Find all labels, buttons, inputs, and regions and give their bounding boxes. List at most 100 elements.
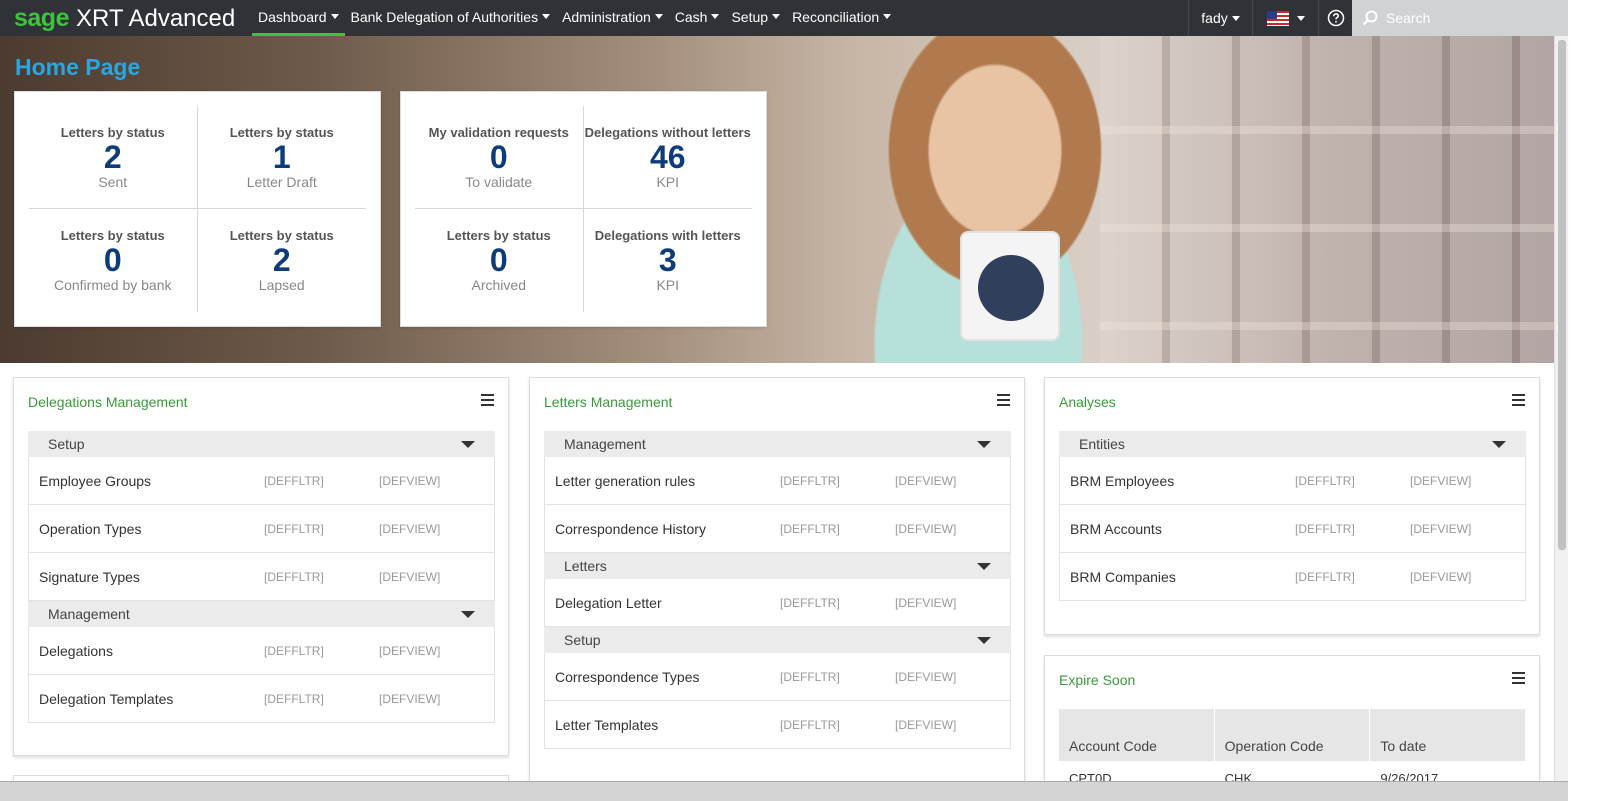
collapse-triangle-icon[interactable] [977, 636, 991, 644]
brand-logo[interactable]: sage XRT Advanced [0, 0, 252, 36]
list-item-name[interactable]: Operation Types [39, 521, 264, 537]
filter-link[interactable]: [DEFFLTR] [264, 522, 379, 536]
list-item[interactable]: Correspondence History [DEFFLTR] [DEFVIEW] [544, 505, 1011, 553]
kpi-tile[interactable]: My validation requests 0 To validate [415, 106, 584, 209]
view-link[interactable]: [DEFVIEW] [379, 644, 494, 658]
nav-menu-administration[interactable]: Administration [556, 0, 669, 36]
view-link[interactable]: [DEFVIEW] [1410, 474, 1525, 488]
collapse-triangle-icon[interactable] [977, 440, 991, 448]
list-item-name[interactable]: Signature Types [39, 569, 264, 585]
list-item-name[interactable]: Letter generation rules [555, 473, 780, 489]
nav-menu-setup[interactable]: Setup [725, 0, 786, 36]
list-item[interactable]: Employee Groups [DEFFLTR] [DEFVIEW] [28, 457, 495, 505]
filter-link[interactable]: [DEFFLTR] [1295, 570, 1410, 584]
list-item-name[interactable]: Delegations [39, 643, 264, 659]
help-button[interactable] [1318, 0, 1352, 36]
list-item-name[interactable]: BRM Employees [1070, 473, 1295, 489]
group-header[interactable]: Management [28, 601, 495, 627]
list-item-name[interactable]: Correspondence Types [555, 669, 780, 685]
list-item[interactable]: BRM Companies [DEFFLTR] [DEFVIEW] [1059, 553, 1526, 601]
kpi-tile[interactable]: Letters by status 1 Letter Draft [197, 106, 366, 209]
nav-menu-cash[interactable]: Cash [669, 0, 726, 36]
list-item[interactable]: Letter Templates [DEFFLTR] [DEFVIEW] [544, 701, 1011, 749]
list-item[interactable]: Operation Types [DEFFLTR] [DEFVIEW] [28, 505, 495, 553]
filter-link[interactable]: [DEFFLTR] [780, 718, 895, 732]
kpi-tile[interactable]: Delegations with letters 3 KPI [584, 209, 753, 312]
kpi-value: 0 [103, 242, 122, 278]
nav-menu-reconciliation[interactable]: Reconciliation [786, 0, 897, 36]
list-item-name[interactable]: Letter Templates [555, 717, 780, 733]
list-item[interactable]: Correspondence Types [DEFFLTR] [DEFVIEW] [544, 653, 1011, 701]
kpi-tile[interactable]: Delegations without letters 46 KPI [583, 106, 752, 209]
list-item[interactable]: Signature Types [DEFFLTR] [DEFVIEW] [28, 553, 495, 601]
nav-menu-label: Cash [674, 8, 708, 25]
filter-link[interactable]: [DEFFLTR] [264, 570, 379, 584]
list-item-name[interactable]: Correspondence History [555, 521, 780, 537]
list-item-name[interactable]: Employee Groups [39, 473, 264, 489]
view-link[interactable]: [DEFVIEW] [895, 474, 1010, 488]
search-input[interactable] [1386, 10, 1586, 26]
filter-link[interactable]: [DEFFLTR] [1295, 474, 1410, 488]
search-box[interactable] [1352, 0, 1598, 36]
list-item[interactable]: Delegation Letter [DEFFLTR] [DEFVIEW] [544, 579, 1011, 627]
filter-link[interactable]: [DEFFLTR] [780, 596, 895, 610]
group-header[interactable]: Setup [28, 431, 495, 457]
kpi-tile[interactable]: Letters by status 0 Confirmed by bank [29, 209, 198, 312]
view-link[interactable]: [DEFVIEW] [895, 596, 1010, 610]
view-link[interactable]: [DEFVIEW] [379, 570, 494, 584]
list-item-name[interactable]: BRM Companies [1070, 569, 1295, 585]
collapse-triangle-icon[interactable] [977, 562, 991, 570]
table-row[interactable]: CPT0D CHK 9/26/2017 [1059, 761, 1526, 781]
nav-menu-dashboard[interactable]: Dashboard [252, 0, 345, 36]
scrollbar-thumb[interactable] [1558, 40, 1566, 550]
filter-link[interactable]: [DEFFLTR] [264, 644, 379, 658]
nav-menu-bank-delegation-of-authorities[interactable]: Bank Delegation of Authorities [345, 0, 557, 36]
nav-menu-label: Dashboard [258, 8, 327, 25]
view-link[interactable]: [DEFVIEW] [379, 522, 494, 536]
table-cell: 9/26/2017 [1380, 771, 1439, 781]
kpi-tile[interactable]: Letters by status 2 Sent [29, 106, 198, 209]
user-menu[interactable]: fady [1188, 0, 1252, 36]
group-header[interactable]: Letters [544, 553, 1011, 579]
kpi-tile[interactable]: Letters by status 0 Archived [415, 209, 584, 312]
list-item-name[interactable]: Delegation Templates [39, 691, 264, 707]
filter-link[interactable]: [DEFFLTR] [264, 474, 379, 488]
group-header[interactable]: Setup [544, 627, 1011, 653]
page-scrollbar[interactable] [1554, 36, 1568, 781]
list-item[interactable]: Delegations [DEFFLTR] [DEFVIEW] [28, 627, 495, 675]
group-header[interactable]: Entities [1059, 431, 1526, 457]
hamburger-menu-icon[interactable] [997, 394, 1010, 406]
filter-link[interactable]: [DEFFLTR] [780, 522, 895, 536]
collapse-triangle-icon[interactable] [1492, 440, 1506, 448]
collapse-triangle-icon[interactable] [461, 610, 475, 618]
view-link[interactable]: [DEFVIEW] [379, 692, 494, 706]
list-item[interactable]: BRM Accounts [DEFFLTR] [DEFVIEW] [1059, 505, 1526, 553]
filter-link[interactable]: [DEFFLTR] [780, 474, 895, 488]
view-link[interactable]: [DEFVIEW] [379, 474, 494, 488]
column-header[interactable]: To date [1370, 709, 1527, 761]
hamburger-menu-icon[interactable] [1512, 672, 1525, 684]
hamburger-menu-icon[interactable] [481, 394, 494, 406]
filter-link[interactable]: [DEFFLTR] [264, 692, 379, 706]
list-item-name[interactable]: Delegation Letter [555, 595, 780, 611]
view-link[interactable]: [DEFVIEW] [1410, 570, 1525, 584]
list-item[interactable]: Delegation Templates [DEFFLTR] [DEFVIEW] [28, 675, 495, 723]
group-header[interactable]: Management [544, 431, 1011, 457]
collapse-triangle-icon[interactable] [461, 440, 475, 448]
view-link[interactable]: [DEFVIEW] [895, 670, 1010, 684]
kpi-title: Letters by status [446, 228, 551, 243]
kpi-tile[interactable]: Letters by status 2 Lapsed [198, 209, 367, 312]
list-item-name[interactable]: BRM Accounts [1070, 521, 1295, 537]
column-header[interactable]: Account Code [1059, 709, 1215, 761]
list-item[interactable]: Letter generation rules [DEFFLTR] [DEFVIEW… [544, 457, 1011, 505]
view-link[interactable]: [DEFVIEW] [895, 522, 1010, 536]
filter-link[interactable]: [DEFFLTR] [1295, 522, 1410, 536]
group-header-label: Letters [564, 558, 607, 574]
language-menu[interactable] [1252, 0, 1318, 36]
view-link[interactable]: [DEFVIEW] [1410, 522, 1525, 536]
column-header[interactable]: Operation Code [1215, 709, 1371, 761]
view-link[interactable]: [DEFVIEW] [895, 718, 1010, 732]
filter-link[interactable]: [DEFFLTR] [780, 670, 895, 684]
hamburger-menu-icon[interactable] [1512, 394, 1525, 406]
list-item[interactable]: BRM Employees [DEFFLTR] [DEFVIEW] [1059, 457, 1526, 505]
